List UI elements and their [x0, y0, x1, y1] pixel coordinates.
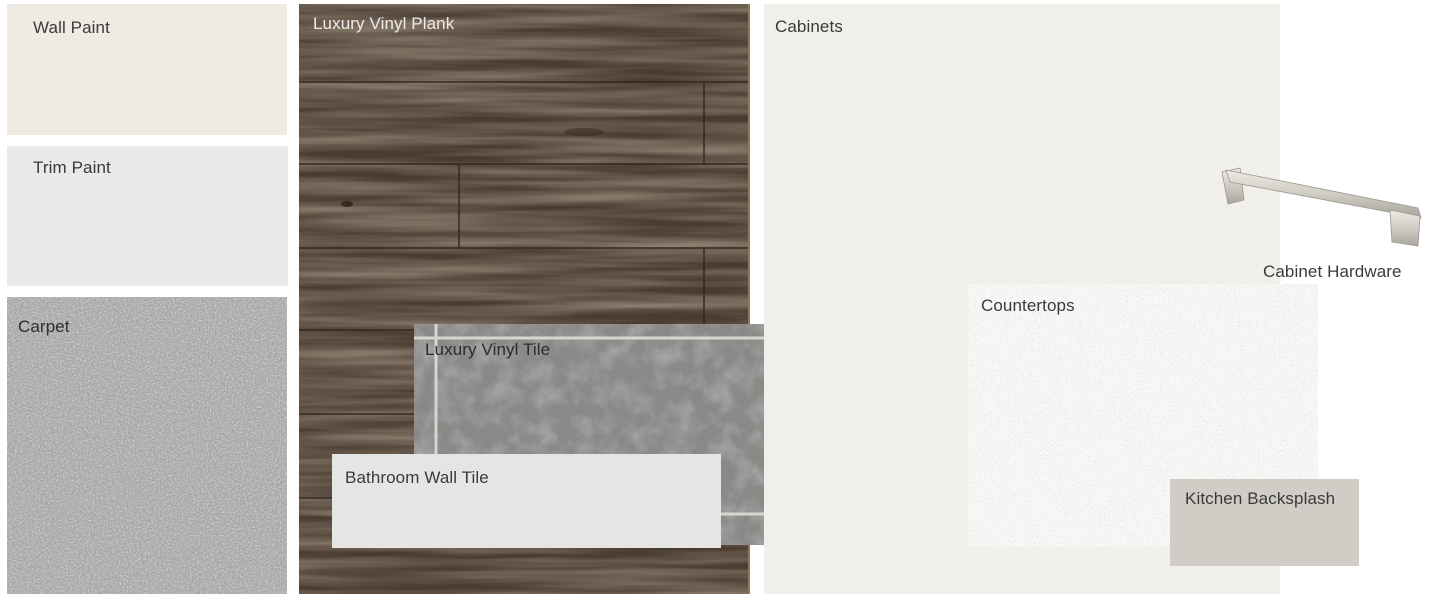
carpet-swatch[interactable]: Carpet: [7, 297, 287, 594]
trim-paint-label: Trim Paint: [33, 158, 111, 177]
bathroom-wall-tile-label: Bathroom Wall Tile: [345, 468, 489, 487]
bathroom-wall-tile-swatch[interactable]: Bathroom Wall Tile: [332, 454, 721, 548]
cabinet-hardware-label: Cabinet Hardware: [1263, 262, 1402, 281]
cabinet-pull-icon: [1221, 167, 1422, 247]
kitchen-backsplash-swatch[interactable]: Kitchen Backsplash: [1170, 479, 1359, 566]
cabinet-hardware-image[interactable]: [1218, 160, 1424, 256]
wall-paint-label: Wall Paint: [33, 18, 110, 37]
cabinets-label: Cabinets: [775, 17, 843, 36]
kitchen-backsplash-label: Kitchen Backsplash: [1185, 489, 1336, 508]
wall-paint-swatch[interactable]: Wall Paint: [7, 4, 287, 135]
luxury-vinyl-tile-label: Luxury Vinyl Tile: [425, 340, 551, 359]
countertops-label: Countertops: [981, 296, 1075, 315]
luxury-vinyl-plank-label: Luxury Vinyl Plank: [313, 14, 455, 33]
carpet-texture: [7, 297, 287, 594]
trim-paint-swatch[interactable]: Trim Paint: [7, 146, 288, 286]
carpet-label: Carpet: [18, 317, 70, 336]
